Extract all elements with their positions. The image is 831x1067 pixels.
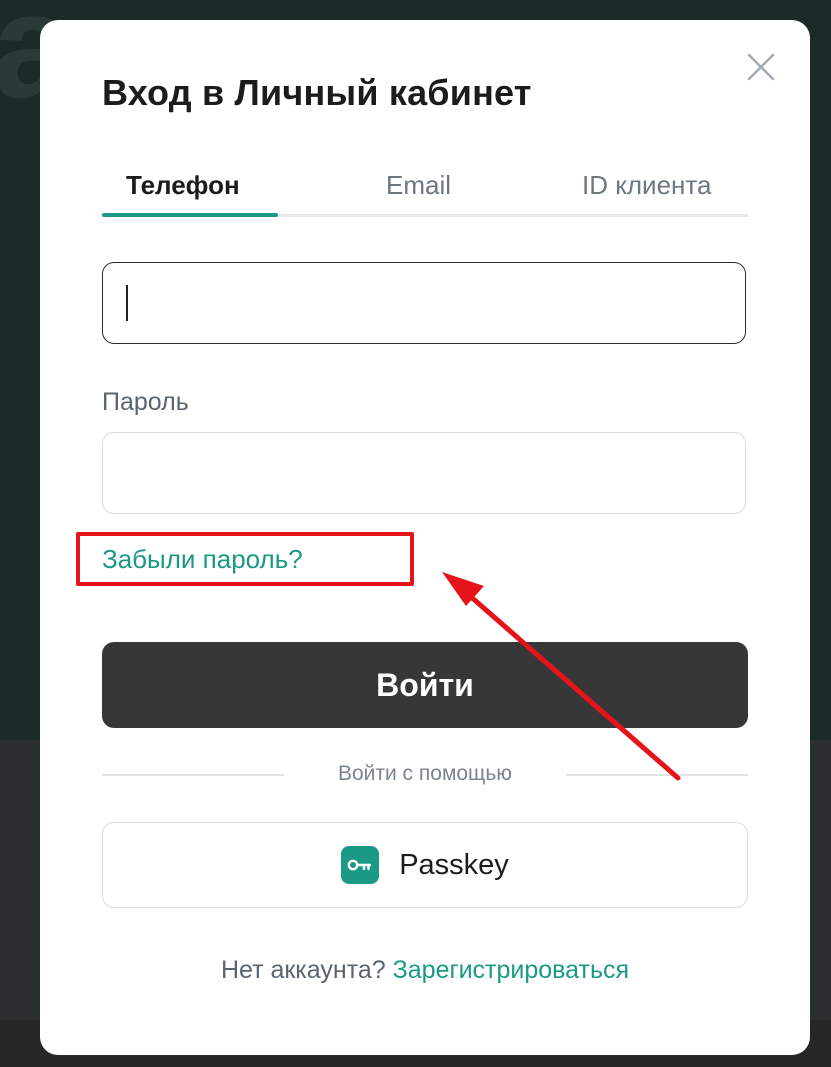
modal-title: Вход в Личный кабинет bbox=[102, 72, 532, 113]
register-prompt: Нет аккаунта? Зарегистрироваться bbox=[40, 956, 810, 985]
close-icon bbox=[747, 53, 775, 81]
register-prompt-text: Нет аккаунта? bbox=[220, 956, 386, 984]
text-caret bbox=[126, 285, 128, 321]
divider-line-right bbox=[566, 774, 748, 776]
tab-phone[interactable]: Телефон bbox=[126, 170, 240, 201]
passkey-label: Passkey bbox=[399, 848, 509, 881]
close-button[interactable] bbox=[744, 50, 778, 84]
annotation-highlight-box bbox=[76, 532, 414, 586]
tab-client-id[interactable]: ID клиента bbox=[582, 170, 711, 201]
login-method-tabs: Телефон Email ID клиента bbox=[102, 170, 748, 217]
login-modal: Вход в Личный кабинет Телефон Email ID к… bbox=[40, 20, 810, 1055]
phone-input[interactable] bbox=[102, 262, 746, 344]
divider-text: Войти с помощью bbox=[337, 762, 513, 785]
register-link[interactable]: Зарегистрироваться bbox=[393, 956, 629, 984]
divider-line-left bbox=[102, 774, 284, 776]
tab-email[interactable]: Email bbox=[386, 170, 451, 201]
password-input[interactable] bbox=[102, 432, 746, 514]
login-button[interactable]: Войти bbox=[102, 642, 748, 728]
active-tab-indicator bbox=[102, 213, 278, 217]
key-icon bbox=[341, 846, 380, 884]
password-label: Пароль bbox=[102, 388, 189, 416]
passkey-button[interactable]: Passkey bbox=[102, 822, 748, 908]
